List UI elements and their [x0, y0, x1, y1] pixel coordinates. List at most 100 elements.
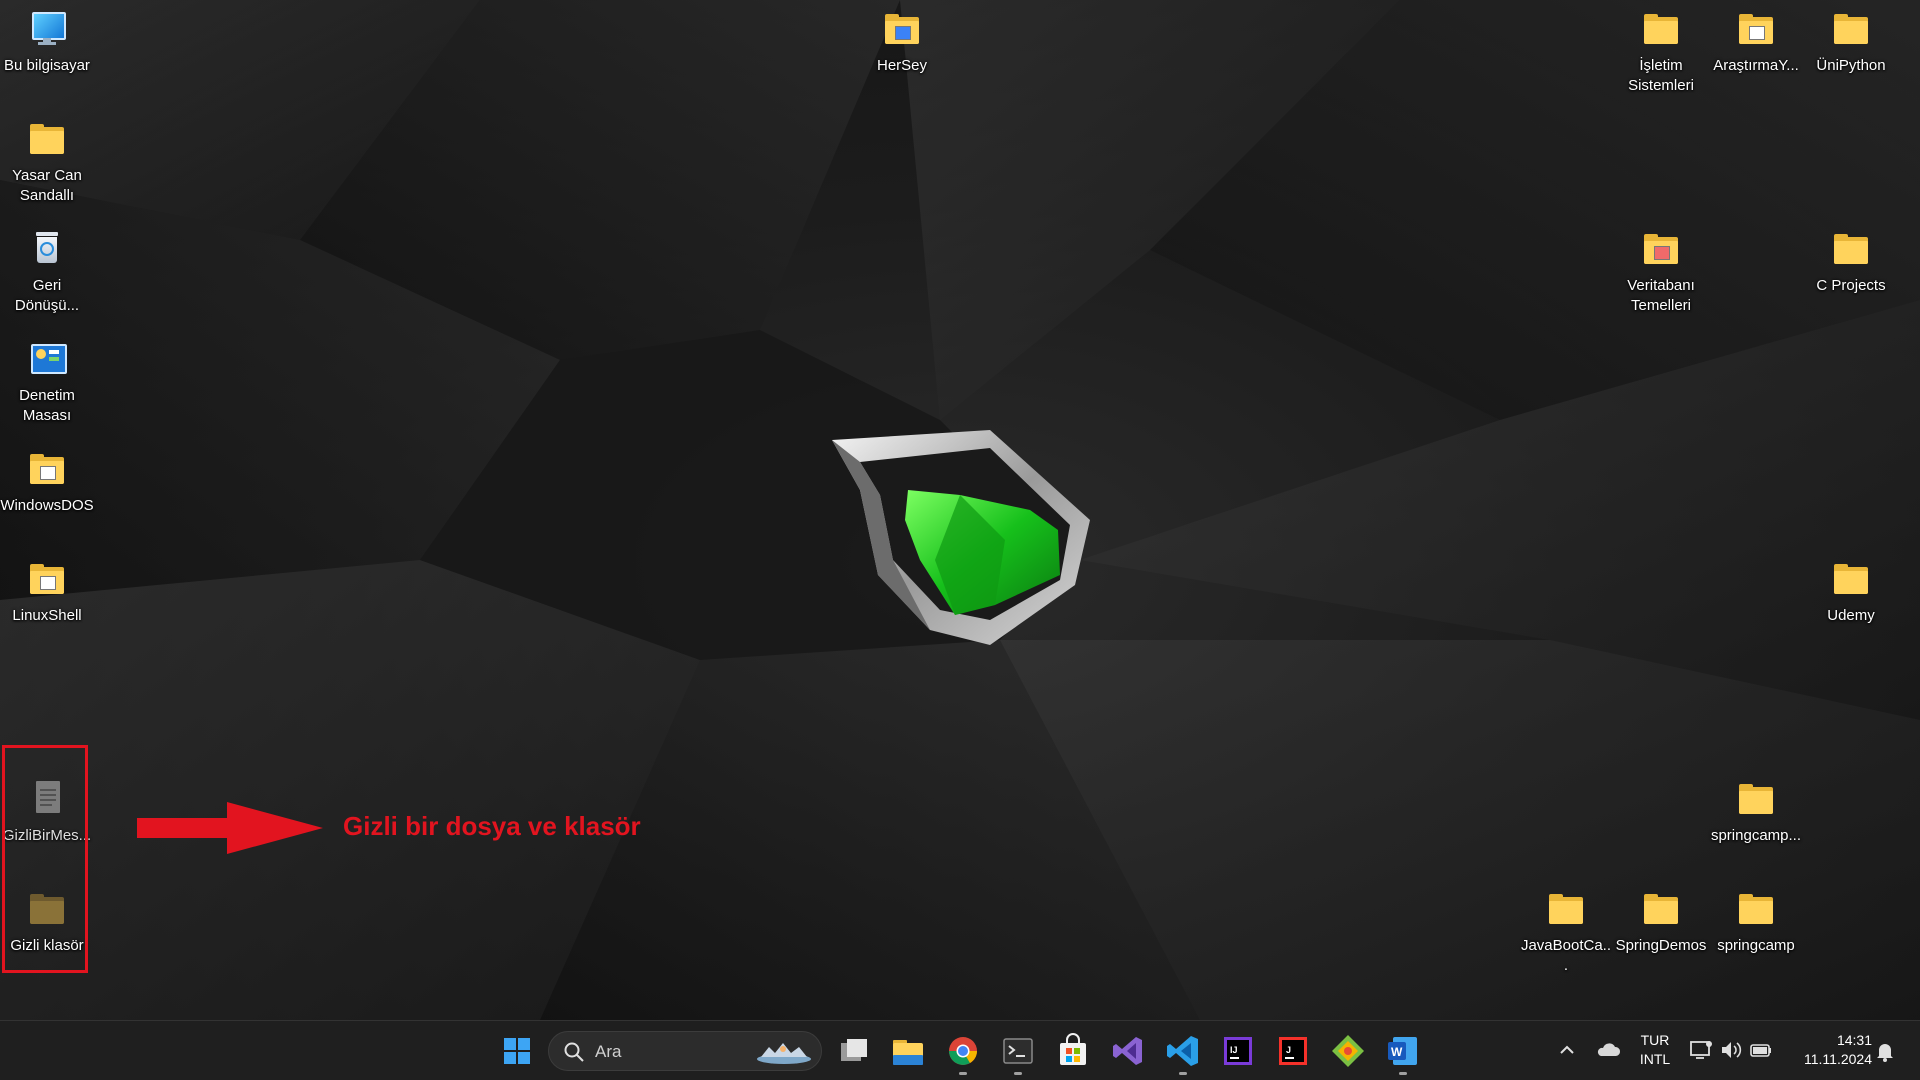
desktop-icon-label: AraştırmaY... — [1713, 57, 1799, 74]
onedrive-button[interactable] — [1594, 1038, 1622, 1062]
desktop-icon-javabootcamp[interactable]: JavaBootCa... — [1519, 886, 1613, 976]
language-indicator[interactable]: TUR INTL — [1630, 1031, 1680, 1069]
language-line1: TUR — [1640, 1032, 1670, 1048]
folder-icon — [1732, 776, 1780, 824]
wallpaper — [0, 0, 1920, 1020]
running-indicator — [1014, 1072, 1022, 1075]
language-line2: INTL — [1639, 1051, 1671, 1067]
visual-studio-button[interactable] — [1106, 1029, 1150, 1073]
desktop-icon-windowsdos[interactable]: WindowsDOS — [0, 446, 94, 516]
desktop: Bu bilgisayar Yasar Can Sandallı Geri Dö… — [0, 0, 1920, 1020]
chrome-icon — [949, 1037, 977, 1065]
desktop-icon-springcamp-ellipsis[interactable]: springcamp... — [1709, 776, 1803, 846]
desktop-icon-label: İşletim Sistemleri — [1628, 57, 1694, 94]
network-icon — [1690, 1041, 1712, 1059]
desktop-icon-label: Denetim Masası — [19, 387, 75, 424]
desktop-icon-label: Yasar Can Sandallı — [12, 167, 82, 204]
desktop-icon-label: springcamp — [1717, 937, 1795, 954]
svg-text:IJ: IJ — [1230, 1045, 1238, 1055]
intellij-icon: IJ — [1224, 1037, 1252, 1065]
recycle-bin-icon — [23, 226, 71, 274]
git-button[interactable] — [1326, 1029, 1370, 1073]
folder-icon — [1637, 226, 1685, 274]
word-button[interactable]: W — [1381, 1029, 1425, 1075]
svg-text:W: W — [1391, 1045, 1403, 1059]
search-highlight-icon — [757, 1043, 811, 1064]
annotation-box — [2, 745, 88, 973]
folder-icon — [1637, 886, 1685, 934]
desktop-icon-udemy[interactable]: Udemy — [1804, 556, 1898, 626]
desktop-icon-label: LinuxShell — [12, 607, 82, 624]
desktop-icon-hersey[interactable]: HerSey — [855, 6, 949, 76]
jetbrains-button[interactable]: J — [1271, 1029, 1315, 1073]
vscode-icon — [1167, 1036, 1198, 1066]
desktop-icon-label: springcamp... — [1710, 827, 1802, 844]
annotation-arrow — [137, 802, 323, 854]
control-panel-icon — [23, 336, 71, 384]
folder-icon — [1542, 886, 1590, 934]
desktop-icon-label: Bu bilgisayar — [4, 57, 90, 74]
desktop-icon-label: SpringDemos — [1615, 937, 1707, 954]
running-indicator — [1399, 1072, 1407, 1075]
word-icon: W — [1388, 1037, 1417, 1065]
start-button[interactable] — [495, 1029, 539, 1073]
desktop-icon-veritabani[interactable]: Veritabanı Temelleri — [1614, 226, 1708, 316]
desktop-icon-label: JavaBootCa... — [1520, 937, 1612, 974]
tray-overflow-button[interactable] — [1555, 1038, 1579, 1062]
terminal-button[interactable] — [996, 1029, 1040, 1075]
running-indicator — [959, 1072, 967, 1075]
folder-icon — [23, 556, 71, 604]
chrome-button[interactable] — [941, 1029, 985, 1075]
clock-time: 14:31 — [1836, 1032, 1872, 1048]
battery-button[interactable] — [1748, 1037, 1774, 1063]
monitor-icon — [23, 6, 71, 54]
desktop-icon-label: Geri Dönüşü... — [14, 277, 80, 314]
jetbrains-icon: J — [1279, 1037, 1307, 1065]
desktop-icon-control-panel[interactable]: Denetim Masası — [0, 336, 94, 426]
file-explorer-button[interactable] — [886, 1029, 930, 1073]
folder-icon — [1732, 886, 1780, 934]
search-box[interactable]: Ara — [548, 1031, 822, 1071]
desktop-icon-this-pc[interactable]: Bu bilgisayar — [0, 6, 94, 76]
folder-icon — [1827, 6, 1875, 54]
desktop-icon-label: C Projects — [1816, 277, 1886, 294]
desktop-icon-label: HerSey — [876, 57, 928, 74]
running-indicator — [1179, 1072, 1187, 1075]
chevron-up-icon — [1560, 1045, 1574, 1054]
bell-icon — [1877, 1044, 1893, 1062]
desktop-icon-springdemos[interactable]: SpringDemos — [1614, 886, 1708, 956]
git-icon — [1332, 1035, 1364, 1067]
desktop-icon-linuxshell[interactable]: LinuxShell — [0, 556, 94, 626]
task-view-icon — [841, 1039, 867, 1061]
folder-icon — [1637, 6, 1685, 54]
desktop-icon-recycle-bin[interactable]: Geri Dönüşü... — [0, 226, 94, 316]
store-icon — [1060, 1033, 1086, 1065]
desktop-icon-user-folder[interactable]: Yasar Can Sandallı — [0, 116, 94, 206]
visual-studio-icon — [1113, 1037, 1142, 1065]
folder-icon — [1827, 556, 1875, 604]
network-button[interactable] — [1688, 1037, 1714, 1063]
desktop-icon-isletim-sistemleri[interactable]: İşletim Sistemleri — [1614, 6, 1708, 96]
desktop-icon-unipython[interactable]: ÜniPython — [1804, 6, 1898, 76]
terminal-icon — [1003, 1038, 1033, 1064]
clock-date: 11.11.2024 — [1804, 1051, 1872, 1067]
search-placeholder: Ara — [595, 1042, 622, 1061]
file-explorer-icon — [893, 1040, 923, 1065]
speaker-icon — [1722, 1042, 1742, 1058]
clock[interactable]: 14:31 11.11.2024 — [1786, 1031, 1872, 1069]
taskbar: Ara IJ J W TUR INTL 14:31 11.11.2024 — [0, 1020, 1920, 1080]
task-view-button[interactable] — [832, 1029, 876, 1073]
battery-icon — [1750, 1044, 1771, 1057]
desktop-icon-springcamp[interactable]: springcamp — [1709, 886, 1803, 956]
volume-button[interactable] — [1718, 1037, 1744, 1063]
intellij-button[interactable]: IJ — [1216, 1029, 1260, 1073]
desktop-icon-label: WindowsDOS — [0, 497, 94, 514]
vscode-button[interactable] — [1161, 1029, 1205, 1075]
desktop-icon-label: ÜniPython — [1816, 57, 1886, 74]
notifications-button[interactable] — [1872, 1038, 1898, 1064]
store-button[interactable] — [1051, 1029, 1095, 1073]
svg-text:J: J — [1286, 1045, 1291, 1055]
desktop-icon-c-projects[interactable]: C Projects — [1804, 226, 1898, 296]
desktop-icon-arastirma[interactable]: AraştırmaY... — [1709, 6, 1803, 76]
desktop-icon-label: Veritabanı Temelleri — [1627, 277, 1695, 314]
